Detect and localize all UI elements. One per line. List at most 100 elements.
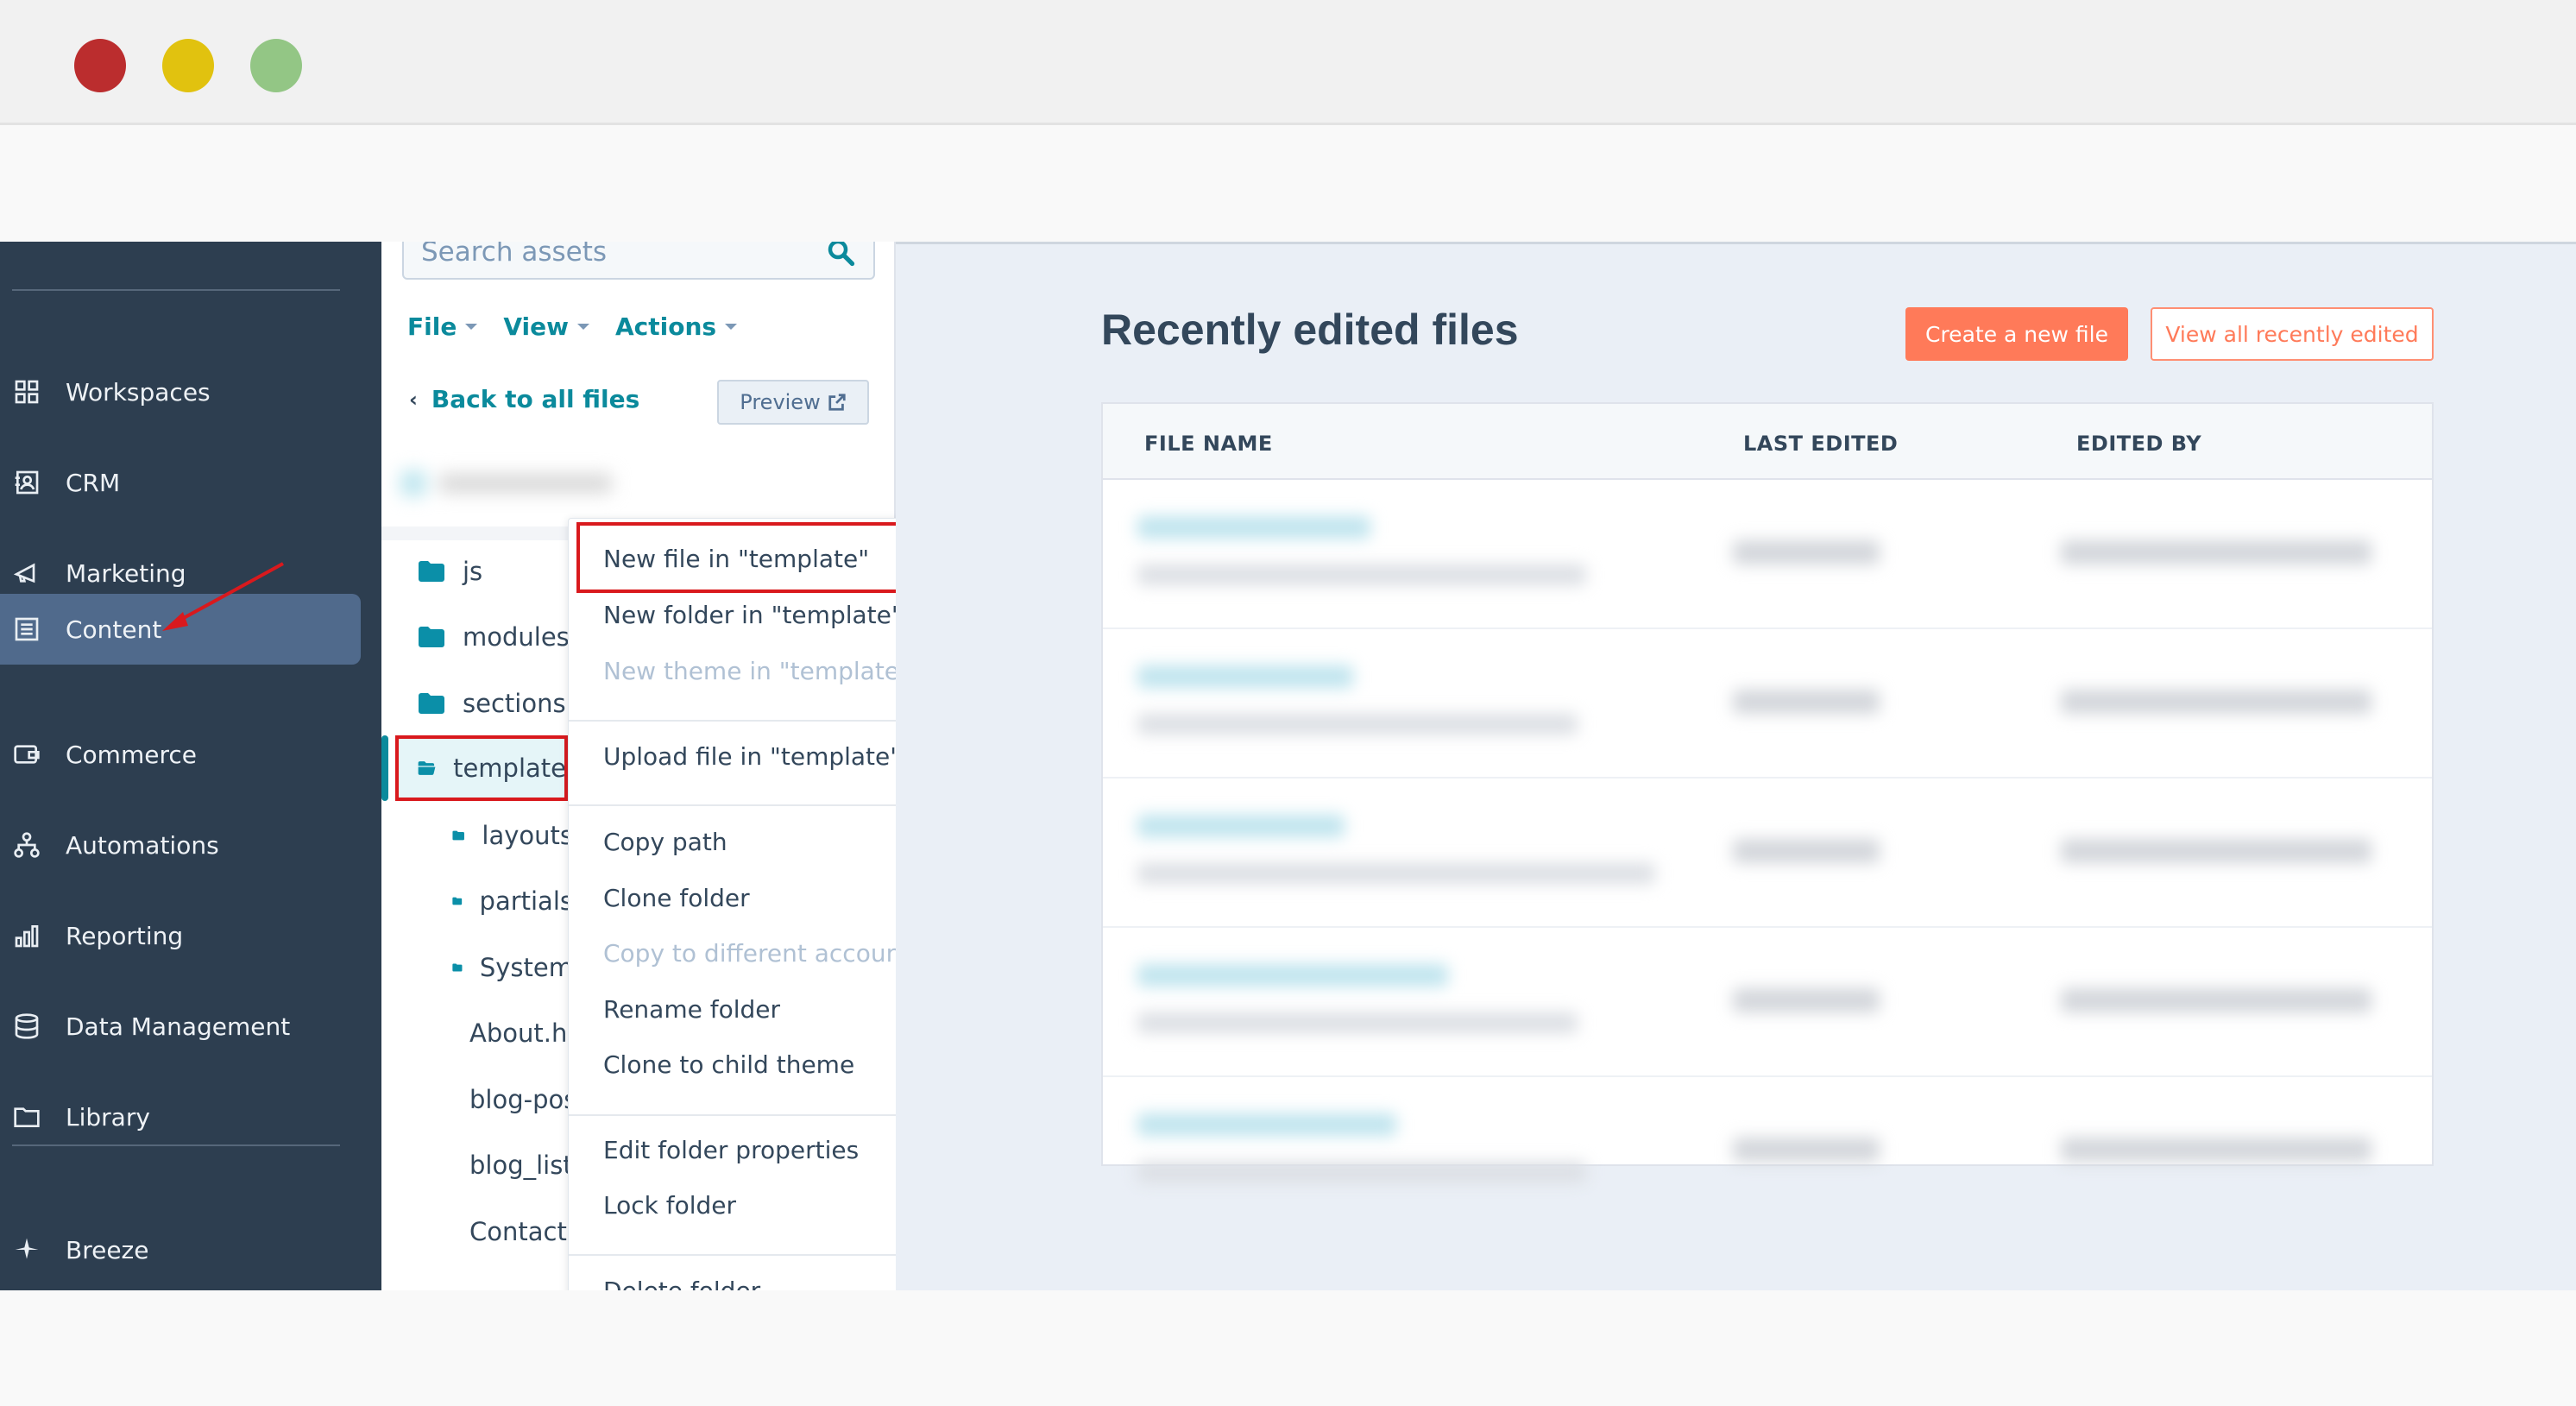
actions-menu[interactable]: Actions: [615, 312, 738, 341]
table-row[interactable]: [1103, 629, 2432, 779]
column-header-last-edited[interactable]: LAST EDITED: [1743, 432, 1898, 456]
tree-item-partials[interactable]: partials: [452, 875, 573, 927]
tree-item-contact-html[interactable]: Contact.html: [452, 1206, 573, 1258]
menu-item-new-folder[interactable]: New folder in "template": [603, 601, 903, 629]
menu-item-delete-folder[interactable]: Delete folder: [603, 1277, 760, 1290]
menu-item-copy-path[interactable]: Copy path: [603, 828, 727, 856]
sidebar-item-commerce[interactable]: Commerce: [0, 719, 361, 790]
sidebar-item-label: Commerce: [66, 740, 197, 769]
view-all-recently-edited-button[interactable]: View all recently edited: [2151, 307, 2434, 361]
tree-item-label: About.html: [469, 1018, 573, 1048]
menu-item-lock-folder[interactable]: Lock folder: [603, 1191, 736, 1220]
maximize-window-button[interactable]: [250, 39, 302, 92]
folder-icon: [419, 561, 444, 582]
redacted-edited-by: [2061, 1138, 2371, 1162]
sidebar-item-data-management[interactable]: Data Management: [0, 991, 361, 1062]
menu-item-clone-to-child-theme[interactable]: Clone to child theme: [603, 1050, 854, 1079]
menu-item-new-theme: New theme in "template": [603, 657, 910, 685]
sidebar-item-content[interactable]: Content: [0, 594, 361, 665]
table-row[interactable]: [1103, 1077, 2432, 1226]
tree-item-about-html[interactable]: About.html: [452, 1007, 573, 1059]
top-margin: [0, 128, 2576, 242]
redacted-file-name: [1137, 516, 1370, 539]
megaphone-icon: [12, 558, 41, 588]
sidebar-divider: [12, 1144, 340, 1146]
menu-item-new-file[interactable]: New file in "template": [603, 545, 869, 573]
table-row[interactable]: [1103, 928, 2432, 1077]
table-header: FILE NAME LAST EDITED EDITED BY: [1103, 404, 2432, 480]
grid-icon: [12, 377, 41, 407]
column-header-file-name[interactable]: FILE NAME: [1144, 432, 1273, 456]
search-icon[interactable]: [825, 242, 856, 268]
menu-item-upload-file[interactable]: Upload file in "template": [603, 742, 901, 771]
wallet-icon: [12, 740, 41, 769]
sidebar-divider: [12, 289, 340, 291]
folder-icon: [452, 963, 463, 972]
menu-item-copy-to-account: Copy to different account: [603, 939, 911, 968]
window-titlebar: [0, 0, 2576, 125]
content-icon: [12, 615, 41, 644]
caret-down-icon: [725, 324, 738, 330]
view-menu[interactable]: View: [503, 312, 589, 341]
table-row[interactable]: [1103, 779, 2432, 928]
sidebar-item-label: Content: [66, 615, 162, 644]
tree-item-label: Contact.html: [469, 1217, 573, 1246]
tree-item-sections[interactable]: sections: [418, 678, 573, 729]
search-placeholder: Search assets: [421, 242, 608, 268]
redacted-file-path: [1137, 1012, 1578, 1033]
sidebar-item-label: Library: [66, 1102, 150, 1132]
contact-card-icon: [12, 468, 41, 497]
tree-item-js[interactable]: js: [418, 545, 573, 597]
redacted-last-edited: [1733, 1138, 1880, 1162]
tree-item-blog-post[interactable]: blog-post.html: [452, 1074, 573, 1125]
create-new-file-button[interactable]: Create a new file: [1905, 307, 2128, 361]
bottom-margin: [0, 1290, 2576, 1406]
bar-chart-icon: [12, 921, 41, 950]
file-menu[interactable]: File: [407, 312, 478, 341]
folder-icon: [452, 897, 463, 905]
search-assets-input[interactable]: Search assets: [402, 242, 875, 280]
redacted-last-edited: [1733, 839, 1880, 863]
redacted-edited-by: [2061, 690, 2371, 714]
main-content: Recently edited files Create a new file …: [896, 242, 2576, 1290]
sidebar-item-workspaces[interactable]: Workspaces: [0, 356, 361, 427]
sidebar-item-reporting[interactable]: Reporting: [0, 900, 361, 971]
sidebar-item-automations[interactable]: Automations: [0, 810, 361, 880]
minimize-window-button[interactable]: [162, 39, 214, 92]
tree-item-template[interactable]: template: [395, 737, 566, 799]
folder-icon: [419, 627, 444, 647]
folder-open-icon: [418, 761, 436, 775]
close-window-button[interactable]: [74, 39, 126, 92]
redacted-file-name: [1137, 1113, 1396, 1136]
menu-item-rename-folder[interactable]: Rename folder: [603, 995, 780, 1024]
tree-item-system[interactable]: System: [452, 942, 573, 993]
tree-item-modules[interactable]: modules: [418, 611, 573, 663]
sidebar-item-label: Marketing: [66, 558, 186, 588]
tree-item-label: js: [463, 557, 483, 586]
sidebar-item-label: Automations: [66, 830, 219, 860]
redacted-edited-by: [2061, 988, 2371, 1012]
menu-item-clone-folder[interactable]: Clone folder: [603, 884, 750, 912]
back-to-all-files-link[interactable]: ‹ Back to all files: [409, 385, 639, 413]
table-row[interactable]: [1103, 480, 2432, 629]
preview-label: Preview: [740, 390, 821, 414]
preview-button[interactable]: Preview: [717, 380, 869, 425]
folder-icon: [452, 830, 464, 841]
tree-item-blog-listing[interactable]: blog_listing.html: [452, 1139, 573, 1191]
caret-down-icon: [465, 324, 478, 330]
column-header-edited-by[interactable]: EDITED BY: [2076, 432, 2201, 456]
page-title: Recently edited files: [1101, 306, 1519, 354]
redacted-file-name: [1137, 964, 1448, 987]
sidebar-item-label: Reporting: [66, 921, 184, 950]
redacted-theme-row: [392, 462, 651, 509]
file-menubar: File View Actions: [407, 312, 738, 341]
tree-item-layouts[interactable]: layouts: [452, 810, 573, 861]
redacted-file-path: [1137, 1162, 1586, 1182]
sidebar-item-label: Workspaces: [66, 377, 211, 407]
sidebar-item-label: Breeze: [66, 1235, 149, 1264]
sidebar-item-crm[interactable]: CRM: [0, 447, 361, 518]
redacted-file-path: [1137, 714, 1578, 735]
sidebar-item-library[interactable]: Library: [0, 1081, 361, 1152]
sidebar-item-breeze[interactable]: Breeze: [0, 1214, 361, 1285]
menu-item-edit-folder-properties[interactable]: Edit folder properties: [603, 1136, 859, 1164]
